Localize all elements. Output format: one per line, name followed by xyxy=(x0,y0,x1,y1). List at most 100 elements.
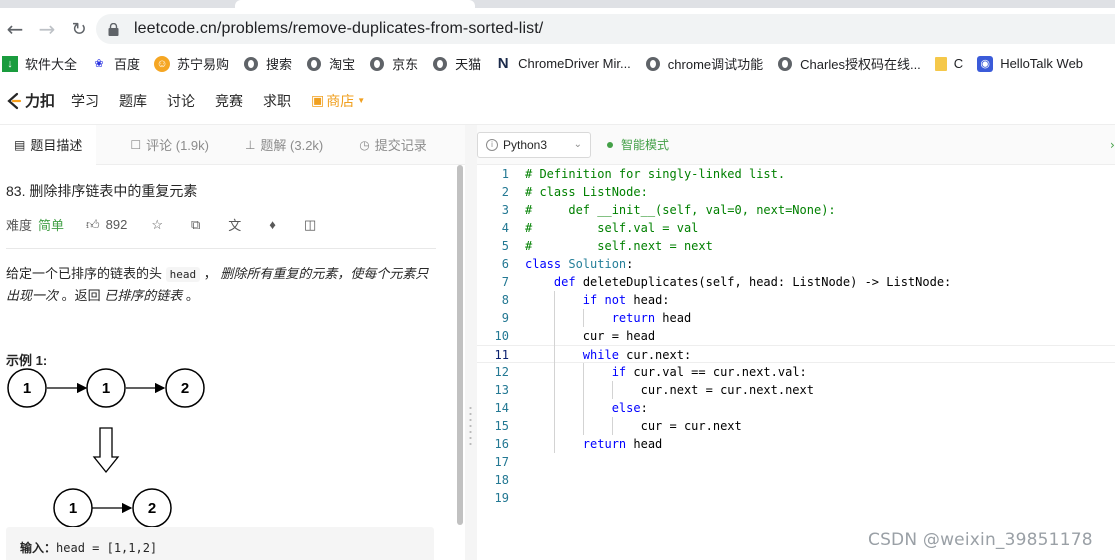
code-text: # Definition for singly-linked list. xyxy=(525,167,786,181)
bookmark-item[interactable]: C xyxy=(934,56,964,71)
node-value: 1 xyxy=(69,500,77,517)
tab-solutions[interactable]: ⊥ 题解 (3.2k) xyxy=(231,125,337,165)
suning-icon: ☺ xyxy=(154,55,171,72)
code-line[interactable]: 16 return head xyxy=(477,435,1115,453)
bookmark-item[interactable]: chrome调试功能 xyxy=(645,54,763,73)
desc-text: 给定一个已排序的链表的头 xyxy=(6,266,166,281)
nav-item-learn[interactable]: 学习 xyxy=(71,91,99,111)
desc-text: 。返回 xyxy=(58,288,105,303)
bookmark-item[interactable]: 京东 xyxy=(369,54,418,73)
tab-submissions[interactable]: ◷ 提交记录 xyxy=(345,125,441,165)
tab-comments[interactable]: ☐ 评论 (1.9k) xyxy=(116,125,223,165)
leetcode-logo[interactable]: 力扣 xyxy=(6,90,55,111)
problem-description: 给定一个已排序的链表的头 head ， 删除所有重复的元素，使每个元素只出现一次… xyxy=(6,263,438,306)
code-line[interactable]: 18 xyxy=(477,471,1115,489)
tab-description[interactable]: ▤ 题目描述 xyxy=(0,124,97,165)
nav-item-contest[interactable]: 竞赛 xyxy=(215,91,243,111)
line-number: 12 xyxy=(494,365,509,379)
feedback-icon[interactable]: ◫ xyxy=(304,217,316,233)
nav-item-store[interactable]: ▣ 商店 ▼ xyxy=(311,91,365,111)
share-icon[interactable]: ⧉ xyxy=(191,217,200,233)
bookmark-label: C xyxy=(953,56,964,71)
bookmark-label: 苏宁易购 xyxy=(177,57,230,72)
bell-icon[interactable]: ♦ xyxy=(269,217,276,232)
line-number: 3 xyxy=(501,203,509,217)
lock-icon xyxy=(108,22,128,36)
indent-guide xyxy=(582,363,584,381)
linked-list-diagram: 1 1 2 1 2 xyxy=(7,368,205,528)
problem-tabs: ▤ 题目描述 ☐ 评论 (1.9k) ⊥ 题解 (3.2k) ◷ 提交记录 xyxy=(0,124,465,165)
address-bar[interactable]: leetcode.cn/problems/remove-duplicates-f… xyxy=(96,14,1115,44)
code-editor[interactable]: 1 # Definition for singly-linked list. 2 # … xyxy=(477,165,1115,560)
left-scrollbar[interactable] xyxy=(457,165,463,525)
indent-guide xyxy=(553,363,555,381)
code-line[interactable]: 7 def deleteDuplicates(self, head: ListN… xyxy=(477,273,1115,291)
line-number: 4 xyxy=(501,221,509,235)
bookmark-item[interactable]: ↓ 软件大全 xyxy=(2,54,77,73)
code-line[interactable]: 9 return head xyxy=(477,309,1115,327)
bookmarks-bar: ↓ 软件大全 ❀ 百度 ☺ 苏宁易购 搜索 淘宝 京东 天猫 N ChromeDriver Mir..… xyxy=(0,50,1115,77)
line-number: 1 xyxy=(501,167,509,181)
nav-item-jobs[interactable]: 求职 xyxy=(263,91,291,111)
bookmark-label: 京东 xyxy=(392,57,419,72)
code-line[interactable]: 15 cur = cur.next xyxy=(477,417,1115,435)
smart-mode-toggle[interactable]: 智能模式 xyxy=(607,136,669,153)
bookmark-item[interactable]: 天猫 xyxy=(432,54,481,73)
code-line[interactable]: 17 xyxy=(477,453,1115,471)
problem-title: 83. 删除排序链表中的重复元素 xyxy=(6,183,198,199)
language-select[interactable]: i Python3 ⌄ xyxy=(477,131,591,158)
code-line[interactable]: 14 else: xyxy=(477,399,1115,417)
bookmark-item[interactable]: ☺ 苏宁易购 xyxy=(154,54,229,73)
chevron-down-icon: ▼ xyxy=(357,96,366,105)
code-text: # class ListNode: xyxy=(525,185,648,199)
globe-icon xyxy=(777,56,793,72)
language-label: Python3 xyxy=(503,137,548,152)
panel-splitter[interactable] xyxy=(465,125,477,560)
problem-panel: 83. 删除排序链表中的重复元素 难度 简单 👍︎ 892 ☆ ⧉ 文 ♦ ◫ … xyxy=(0,165,457,560)
bookmark-item[interactable]: Charles授权码在线... xyxy=(777,54,921,73)
forward-arrow-icon[interactable]: → xyxy=(34,16,60,42)
code-line[interactable]: 5 # self.next = next xyxy=(477,237,1115,255)
code-line[interactable]: 13 cur.next = cur.next.next xyxy=(477,381,1115,399)
code-line[interactable]: 3 # def __init__(self, val=0, next=None): xyxy=(477,201,1115,219)
nav-item-problems[interactable]: 题库 xyxy=(119,91,147,111)
code-line[interactable]: 1 # Definition for singly-linked list. xyxy=(477,165,1115,183)
code-line[interactable]: 12 if cur.val == cur.next.val: xyxy=(477,363,1115,381)
star-icon[interactable]: ☆ xyxy=(151,217,163,233)
code-line[interactable]: 4 # self.val = val xyxy=(477,219,1115,237)
code-line[interactable]: 6 class Solution: xyxy=(477,255,1115,273)
code-line[interactable]: 11 while cur.next: xyxy=(477,345,1115,363)
difficulty-badge: 简单 xyxy=(38,218,65,233)
indent-guide xyxy=(582,417,584,435)
input-value: head = [1,1,2] xyxy=(56,541,158,555)
list-node: 2 xyxy=(132,488,172,528)
bookmark-item[interactable]: 搜索 xyxy=(243,54,292,73)
bookmark-item[interactable]: 淘宝 xyxy=(306,54,355,73)
settings-icon[interactable]: › xyxy=(1110,138,1115,152)
back-arrow-icon[interactable]: ← xyxy=(2,16,28,42)
drag-handle-icon xyxy=(469,405,472,445)
chevron-down-icon: ⌄ xyxy=(573,139,582,150)
code-text: if cur.val == cur.next.val: xyxy=(611,365,807,379)
reload-icon[interactable]: ↻ xyxy=(66,16,92,42)
code-line[interactable]: 19 xyxy=(477,489,1115,507)
line-number: 15 xyxy=(494,419,509,433)
problem-meta: 难度 简单 👍︎ 892 ☆ ⧉ 文 ♦ ◫ xyxy=(6,215,436,249)
bookmark-item[interactable]: ❀ 百度 xyxy=(91,54,140,73)
node-value: 1 xyxy=(102,380,110,397)
translate-icon[interactable]: 文 xyxy=(228,215,241,234)
like-button[interactable]: 👍︎ 892 xyxy=(86,217,127,233)
code-line[interactable]: 8 if not head: xyxy=(477,291,1115,309)
code-text: cur = head xyxy=(525,329,656,343)
desc-text: ， xyxy=(200,266,221,281)
bookmark-item[interactable]: ◉ HelloTalk Web xyxy=(977,55,1083,72)
download-icon: ↓ xyxy=(2,55,18,72)
code-text: if not head: xyxy=(582,293,670,307)
nav-item-discuss[interactable]: 讨论 xyxy=(167,91,195,111)
code-line[interactable]: 10 cur = head xyxy=(477,327,1115,345)
active-browser-tab[interactable] xyxy=(235,0,475,8)
bookmark-label: Charles授权码在线... xyxy=(800,57,921,72)
code-line[interactable]: 2 # class ListNode: xyxy=(477,183,1115,201)
url-text: leetcode.cn/problems/remove-duplicates-f… xyxy=(134,20,544,37)
bookmark-item[interactable]: N ChromeDriver Mir... xyxy=(495,55,631,72)
